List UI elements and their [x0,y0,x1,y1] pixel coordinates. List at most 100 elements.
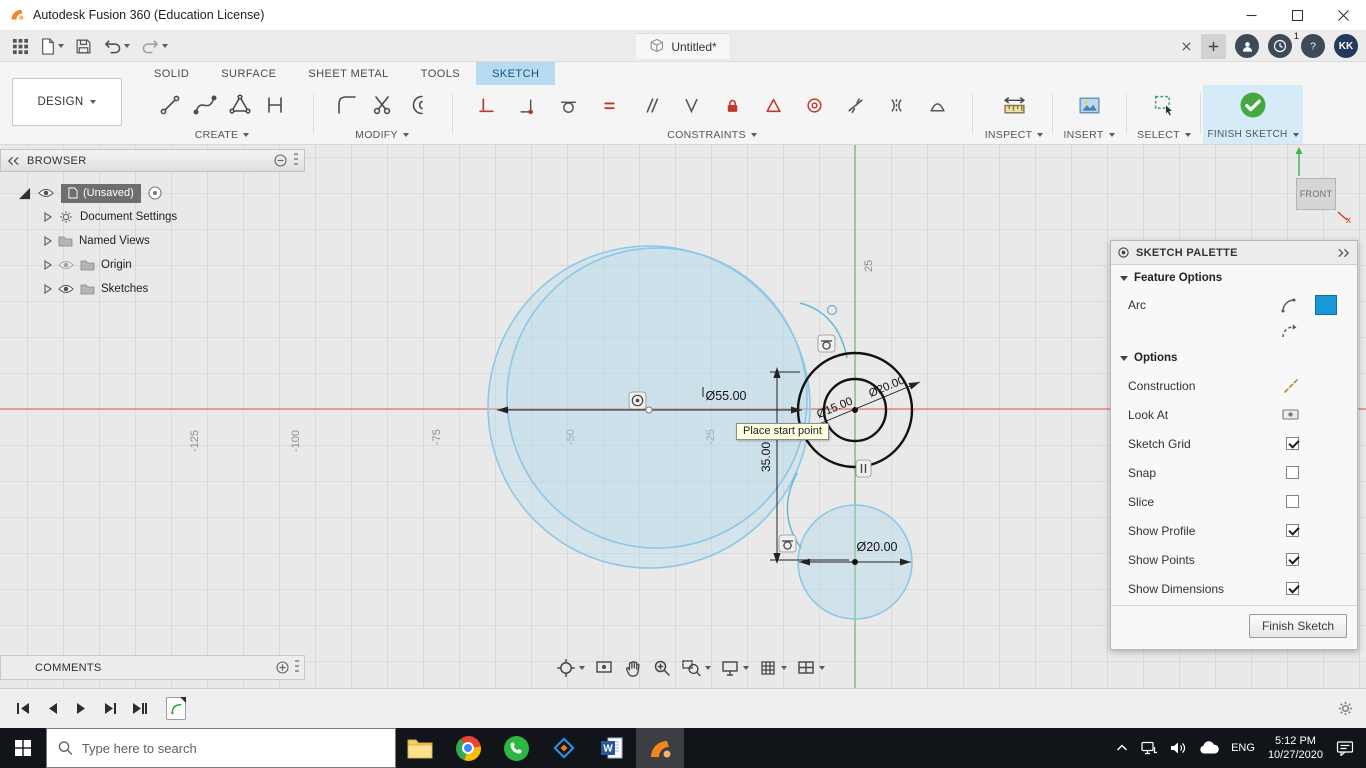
taskbar-clock[interactable]: 5:12 PM 10/27/2020 [1261,734,1330,763]
notification-center-button[interactable]: 1 [1268,31,1299,58]
constraint-tangent-badge-2[interactable] [778,534,797,553]
browser-root-item[interactable]: (Unsaved) [0,181,305,205]
show-dimensions-checkbox[interactable] [1286,582,1299,595]
word-icon[interactable]: W [588,728,636,768]
arc-color-swatch[interactable] [1315,295,1337,315]
finish-sketch-button[interactable]: FINISH SKETCH [1207,125,1299,144]
tab-surface[interactable]: SURFACE [205,62,292,85]
constraint-tangent-badge[interactable] [817,334,836,353]
browser-item-named-views[interactable]: Named Views [0,229,305,253]
visibility-eye-off-icon[interactable] [58,259,74,271]
browser-header[interactable]: BROWSER [0,149,305,172]
viewports-button[interactable] [792,655,829,681]
look-at-icon[interactable] [1282,408,1299,422]
search-input[interactable] [81,740,384,756]
inspect-menu[interactable]: INSPECT [985,125,1044,144]
volume-icon[interactable] [1164,728,1193,768]
taskbar-search[interactable] [46,728,396,768]
tray-chevron-up-icon[interactable] [1110,728,1134,768]
sketch-point-bottom-circle[interactable] [852,559,858,565]
save-button[interactable] [71,33,96,59]
constraints-menu[interactable]: CONSTRAINTS [667,125,757,144]
visibility-eye-icon[interactable] [58,283,74,295]
options-section[interactable]: Options [1111,345,1357,371]
finish-sketch-icon[interactable] [1236,85,1271,125]
zoom-button[interactable] [648,655,676,681]
undo-button[interactable] [99,33,134,59]
fillet-tool-icon[interactable] [330,85,365,125]
minimize-button[interactable] [1228,0,1274,30]
polygon-tool-icon[interactable] [222,85,257,125]
visibility-eye-icon[interactable] [38,187,54,199]
line-tool-icon[interactable] [152,85,187,125]
snap-checkbox[interactable] [1286,466,1299,479]
expand-caret-icon[interactable] [44,284,52,294]
collapse-palette-icon[interactable] [1337,248,1350,258]
tab-sheet-metal[interactable]: SHEET METAL [292,62,404,85]
timeline-play-button[interactable] [70,698,92,720]
sketch-palette-header[interactable]: SKETCH PALETTE [1111,241,1357,265]
timeline-step-back-button[interactable] [41,698,63,720]
create-menu[interactable]: CREATE [195,125,250,144]
insert-image-icon[interactable] [1072,85,1107,125]
slot-tool-icon[interactable] [257,85,292,125]
timeline-go-to-start-button[interactable] [12,698,34,720]
timeline-step-forward-button[interactable] [99,698,121,720]
expand-caret-icon[interactable] [44,212,52,222]
display-settings-button[interactable] [716,655,753,681]
action-center-icon[interactable] [1330,728,1360,768]
new-tab-button[interactable] [1201,33,1226,59]
constraint-vertical-badge[interactable] [855,459,872,478]
constraint-concentric-icon[interactable] [794,87,835,123]
expand-caret-icon[interactable] [44,236,52,246]
tab-sketch[interactable]: SKETCH [476,62,556,85]
timeline-go-to-end-button[interactable] [128,698,150,720]
browser-drag-handle[interactable] [294,153,298,168]
modify-menu[interactable]: MODIFY [355,125,409,144]
constraint-equal-icon[interactable] [589,87,630,123]
constraint-concentric-badge[interactable] [628,391,647,410]
constraint-curvature-icon[interactable] [917,87,958,123]
pan-button[interactable] [619,655,647,681]
tab-solid[interactable]: SOLID [138,62,205,85]
construction-line-icon[interactable] [1283,378,1299,394]
constraint-midpoint-icon[interactable] [753,87,794,123]
tab-tools[interactable]: TOOLS [405,62,476,85]
arc-type-icon[interactable] [1281,297,1299,313]
collapse-panel-icon[interactable] [7,156,20,166]
grid-snaps-button[interactable] [754,655,791,681]
model-canvas[interactable]: -125 -100 -75 -50 -25 25 [0,145,1366,688]
constraint-symmetry-icon[interactable] [876,87,917,123]
arc-endpoint-handle[interactable] [826,304,838,316]
root-document-chip[interactable]: (Unsaved) [61,183,141,203]
expand-comments-icon[interactable] [276,661,289,674]
offset-tool-icon[interactable] [400,85,435,125]
chrome-icon[interactable] [444,728,492,768]
timeline-sketch-feature[interactable] [166,697,186,720]
constraint-fix-icon[interactable] [712,87,753,123]
start-button[interactable] [0,728,46,768]
view-cube[interactable]: FRONT x [1288,145,1366,231]
orbit-button[interactable] [552,655,589,681]
window-zoom-button[interactable] [677,655,715,681]
close-tab-icon[interactable] [1181,41,1192,52]
comments-drag-handle[interactable] [295,660,299,675]
sketch-point-large-circle[interactable] [645,406,653,414]
constraint-collinear-icon[interactable] [835,87,876,123]
app-grid-menu-icon[interactable] [8,33,33,59]
insert-menu[interactable]: INSERT [1063,125,1115,144]
timeline-settings-button[interactable] [1337,700,1354,717]
browser-collapse-all-icon[interactable] [274,154,287,167]
onedrive-cloud-icon[interactable] [1193,728,1225,768]
finish-sketch-palette-button[interactable]: Finish Sketch [1248,614,1347,638]
constraint-perpendicular-icon[interactable] [671,87,712,123]
user-avatar[interactable]: KK [1334,34,1358,58]
help-button[interactable]: ? [1301,34,1325,58]
sketch-grid-checkbox[interactable] [1286,437,1299,450]
slice-checkbox[interactable] [1286,495,1299,508]
trim-tool-icon[interactable] [365,85,400,125]
show-points-checkbox[interactable] [1286,553,1299,566]
browser-item-sketches[interactable]: Sketches [0,277,305,301]
language-indicator[interactable]: ENG [1225,728,1261,768]
file-explorer-icon[interactable] [396,728,444,768]
